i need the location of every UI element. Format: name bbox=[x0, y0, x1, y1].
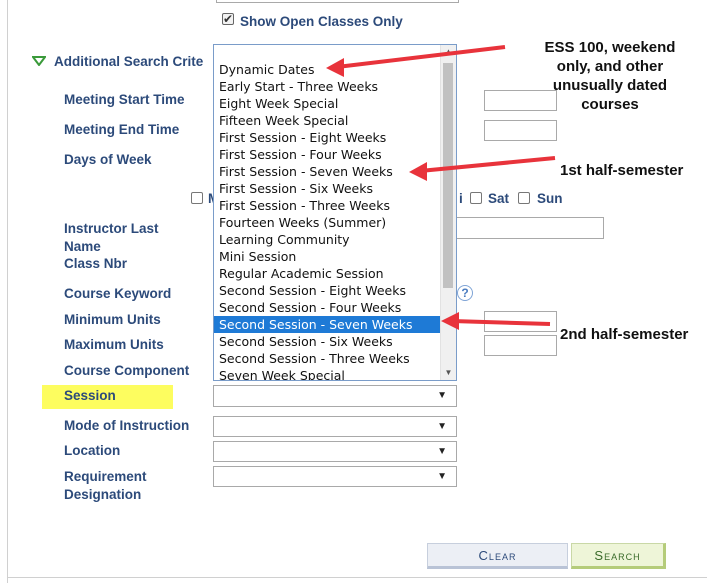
clear-button[interactable]: Clear bbox=[427, 543, 568, 569]
arrow-first-session bbox=[419, 156, 556, 173]
arrowhead-icon bbox=[326, 58, 344, 77]
arrowhead-icon bbox=[409, 162, 427, 181]
search-button[interactable]: Search bbox=[571, 543, 666, 569]
arrow-second-session bbox=[451, 319, 551, 326]
arrowhead-icon bbox=[441, 312, 459, 330]
annotation-arrows bbox=[326, 45, 556, 330]
arrow-dynamic-dates bbox=[336, 45, 506, 69]
